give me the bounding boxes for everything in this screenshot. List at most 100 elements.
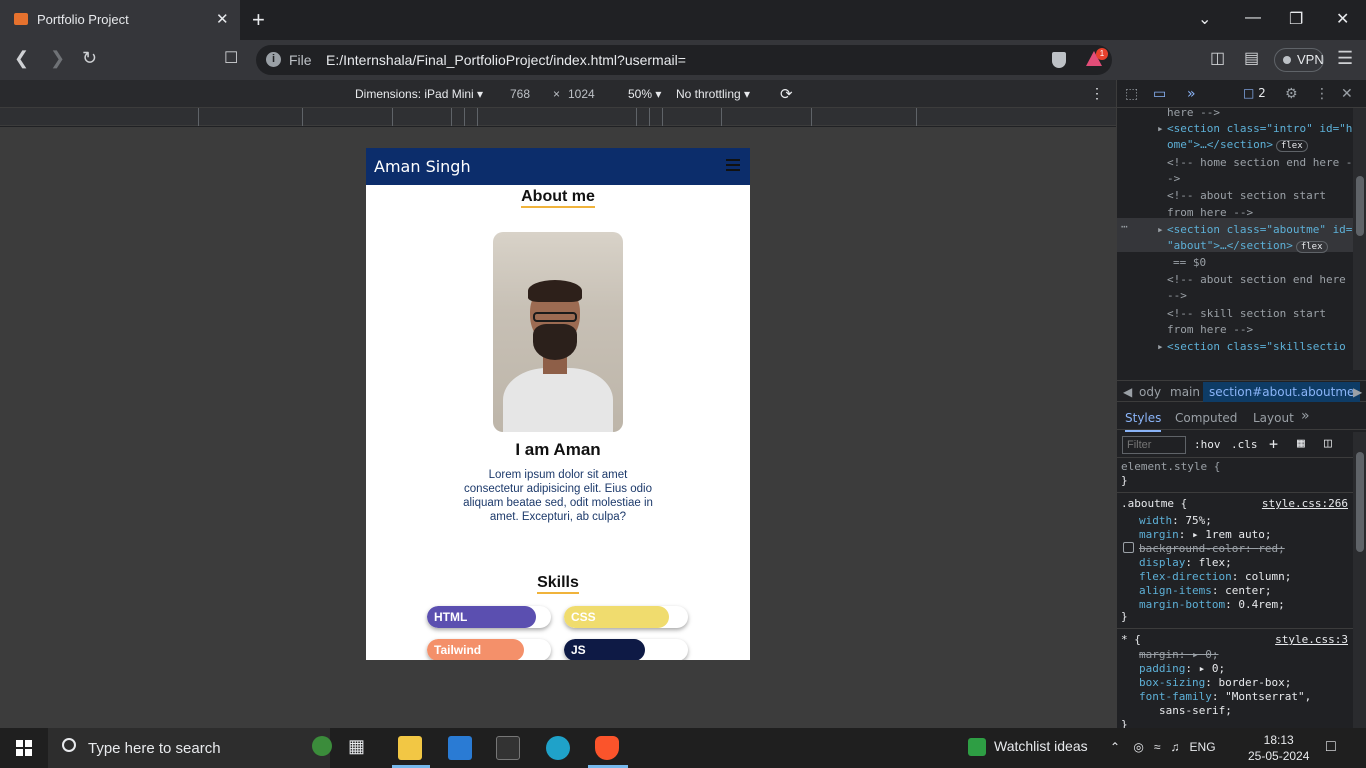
- device-select[interactable]: Dimensions: iPad Mini ▾: [355, 87, 483, 101]
- file-explorer-icon[interactable]: [398, 736, 422, 760]
- notification-icon[interactable]: □: [1326, 738, 1336, 756]
- rotate-icon[interactable]: ⟳: [780, 85, 793, 103]
- width-input[interactable]: 768: [510, 87, 530, 101]
- css-property[interactable]: margin-bottom: 0.4rem;: [1139, 598, 1285, 611]
- tab-search-icon[interactable]: ⌄: [1198, 9, 1211, 29]
- device-more-icon[interactable]: ⋮: [1090, 85, 1104, 102]
- rule-source-link[interactable]: style.css:3: [1275, 633, 1348, 646]
- brand-logo[interactable]: Aman Singh: [374, 157, 471, 176]
- dom-node-line[interactable]: ome">…</section> flex: [1167, 138, 1308, 152]
- dom-node-line[interactable]: <!-- home section end here -: [1167, 156, 1352, 169]
- cls-toggle[interactable]: .cls: [1231, 438, 1258, 451]
- css-property[interactable]: font-family: "Montserrat",: [1139, 690, 1311, 703]
- menu-icon[interactable]: ☰: [1337, 48, 1353, 69]
- dom-node-line[interactable]: <!-- about section start: [1167, 189, 1326, 202]
- brave-icon[interactable]: [595, 736, 619, 760]
- restore-button[interactable]: ❐: [1289, 9, 1303, 29]
- inspect-element-icon[interactable]: ⬚: [1125, 86, 1138, 102]
- css-property[interactable]: margin: ▸ 0;: [1139, 648, 1219, 661]
- dom-node-line[interactable]: <!-- skill section start: [1167, 307, 1326, 320]
- tab-styles[interactable]: Styles: [1125, 411, 1162, 432]
- devtools-more-icon[interactable]: ⋮: [1315, 86, 1329, 102]
- expand-node-icon[interactable]: ▸: [1157, 340, 1164, 353]
- dom-node-line[interactable]: <section class="skillsectio: [1167, 340, 1346, 353]
- tab-close-icon[interactable]: ✕: [216, 10, 229, 28]
- styles-scrollbar[interactable]: [1353, 432, 1366, 728]
- devtools-close-icon[interactable]: ✕: [1341, 86, 1353, 102]
- dom-node-line[interactable]: from here -->: [1167, 206, 1253, 219]
- wallet-icon[interactable]: ▤: [1244, 48, 1259, 68]
- clock[interactable]: 18:13 25-05-2024: [1248, 732, 1309, 764]
- height-input[interactable]: 1024: [568, 87, 595, 101]
- crumb-item-selected[interactable]: section#about.aboutme: [1203, 382, 1361, 402]
- crumb-item[interactable]: main: [1170, 385, 1200, 399]
- throttling-select[interactable]: No throttling ▾: [676, 87, 750, 101]
- hamburger-menu-icon[interactable]: [726, 159, 740, 171]
- css-property[interactable]: width: 75%;: [1139, 514, 1212, 527]
- new-tab-button[interactable]: +: [252, 7, 265, 33]
- windows-start-icon[interactable]: [16, 740, 32, 756]
- tab-computed[interactable]: Computed: [1175, 411, 1237, 425]
- network-icon[interactable]: ◎: [1133, 740, 1143, 754]
- css-property[interactable]: align-items: center;: [1139, 584, 1271, 597]
- language-indicator[interactable]: ENG: [1190, 740, 1216, 754]
- minimize-button[interactable]: —: [1245, 9, 1261, 27]
- css-property[interactable]: background-color: red;: [1139, 542, 1285, 555]
- url-text[interactable]: E:/Internshala/Final_PortfolioProject/in…: [326, 52, 686, 68]
- elements-scrollbar[interactable]: [1353, 108, 1366, 370]
- dom-node-line[interactable]: <section class="intro" id="h: [1167, 122, 1352, 135]
- css-property[interactable]: box-sizing: border-box;: [1139, 676, 1291, 689]
- edge-icon[interactable]: [546, 736, 570, 760]
- rule-source-link[interactable]: style.css:266: [1262, 497, 1348, 510]
- sidebar-toggle-icon[interactable]: ◫: [1324, 436, 1332, 451]
- crumb-next-icon[interactable]: ▶: [1353, 385, 1362, 399]
- tab-layout[interactable]: Layout: [1253, 411, 1294, 425]
- paint-icon[interactable]: ▦: [1297, 436, 1305, 451]
- taskbar-search[interactable]: Type here to search: [48, 728, 332, 768]
- flex-badge[interactable]: flex: [1275, 140, 1308, 152]
- expand-node-icon[interactable]: ▸: [1157, 223, 1164, 236]
- node-ellipsis-icon[interactable]: ⋯: [1121, 220, 1128, 233]
- property-checkbox[interactable]: [1123, 542, 1134, 553]
- task-view-icon[interactable]: ▦: [348, 736, 372, 760]
- settings-gear-icon[interactable]: ⚙: [1285, 86, 1298, 102]
- back-button[interactable]: ❮: [14, 48, 29, 69]
- crumb-item[interactable]: ody: [1139, 385, 1161, 399]
- dom-node-line[interactable]: <section class="aboutme" id=: [1167, 223, 1352, 236]
- dom-node-line[interactable]: <!-- about section end here: [1167, 273, 1346, 286]
- volume-icon[interactable]: ♫: [1171, 740, 1180, 754]
- dom-node-line[interactable]: -->: [1167, 289, 1187, 302]
- watchlist-widget[interactable]: Watchlist ideas: [968, 738, 1088, 757]
- close-window-button[interactable]: ✕: [1336, 9, 1349, 29]
- terminal-icon[interactable]: [496, 736, 520, 760]
- dom-node-line[interactable]: == $0: [1173, 256, 1206, 269]
- dom-node-line[interactable]: from here -->: [1167, 323, 1253, 336]
- device-toggle-icon[interactable]: ▭: [1153, 86, 1166, 102]
- css-property[interactable]: flex-direction: column;: [1139, 570, 1291, 583]
- issues-icon[interactable]: □ 2: [1243, 86, 1266, 100]
- more-pane-tabs-icon[interactable]: »: [1301, 408, 1310, 424]
- css-property[interactable]: display: flex;: [1139, 556, 1232, 569]
- reload-button[interactable]: ↻: [82, 48, 97, 69]
- address-bar[interactable]: i File E:/Internshala/Final_PortfolioPro…: [256, 45, 1112, 75]
- dom-node-line[interactable]: here -->: [1167, 108, 1220, 119]
- css-property[interactable]: padding: ▸ 0;: [1139, 662, 1225, 675]
- dom-node-line[interactable]: ->: [1167, 172, 1180, 185]
- site-info-icon[interactable]: i: [266, 52, 281, 67]
- styles-filter-input[interactable]: [1122, 436, 1186, 454]
- tray-overflow-icon[interactable]: ⌃: [1110, 740, 1120, 754]
- zoom-select[interactable]: 50% ▾: [628, 87, 661, 101]
- expand-node-icon[interactable]: ▸: [1157, 122, 1164, 135]
- flex-badge[interactable]: flex: [1295, 241, 1328, 253]
- new-rule-icon[interactable]: +: [1269, 435, 1278, 453]
- css-property[interactable]: margin: ▸ 1rem auto;: [1139, 528, 1271, 541]
- crumb-prev-icon[interactable]: ◀: [1123, 385, 1132, 399]
- forward-button[interactable]: ❯: [50, 48, 65, 69]
- bookmark-icon[interactable]: ☐: [224, 48, 238, 68]
- mail-icon[interactable]: [448, 736, 472, 760]
- brave-shields-icon[interactable]: [1052, 52, 1066, 68]
- hov-toggle[interactable]: :hov: [1194, 438, 1221, 451]
- tab-portfolio-project[interactable]: Portfolio Project ✕: [0, 0, 240, 40]
- sidebar-icon[interactable]: ◫: [1210, 48, 1225, 68]
- dom-node-line[interactable]: "about">…</section> flex: [1167, 239, 1328, 253]
